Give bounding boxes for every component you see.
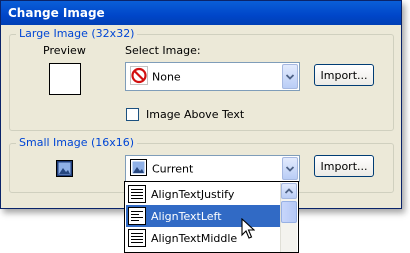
dialog-title: Change Image — [8, 6, 105, 20]
large-import-label: Import... — [320, 68, 368, 82]
dropdown-scrollbar[interactable] — [280, 183, 297, 252]
align-left-icon — [128, 207, 146, 225]
small-image-preview-icon — [56, 160, 73, 180]
mouse-cursor-icon — [241, 217, 256, 243]
large-image-select-value: None — [152, 70, 181, 83]
dropdown-item-label: AlignTextLeft — [151, 209, 222, 223]
small-import-label: Import... — [320, 159, 368, 173]
small-image-import-button[interactable]: Import... — [314, 155, 374, 177]
dropdown-item-aligntextmiddle[interactable]: AlignTextMiddle — [126, 227, 280, 249]
no-symbol-icon — [129, 65, 149, 87]
title-bar[interactable]: Change Image — [1, 1, 401, 25]
chevron-down-icon[interactable] — [282, 64, 298, 89]
dropdown-item-aligntextleft[interactable]: AlignTextLeft — [126, 205, 280, 227]
dropdown-item-label: AlignTextJustify — [151, 187, 235, 201]
large-image-group-label: Large Image (32x32) — [16, 27, 138, 40]
small-image-group-label: Small Image (16x16) — [16, 136, 138, 149]
select-image-label: Select Image: — [125, 44, 201, 57]
scroll-thumb[interactable] — [281, 201, 297, 223]
picture-icon — [130, 158, 147, 179]
image-above-text-checkbox[interactable] — [126, 108, 139, 121]
preview-label: Preview — [43, 44, 86, 57]
large-image-preview — [49, 63, 81, 95]
large-image-import-button[interactable]: Import... — [314, 64, 374, 86]
dropdown-item-label: AlignTextMiddle — [151, 231, 238, 245]
small-image-select[interactable]: Current — [125, 155, 300, 182]
align-justify-icon — [128, 185, 146, 203]
align-middle-icon — [128, 229, 146, 247]
change-image-dialog: Change Image Large Image (32x32) Preview… — [0, 0, 402, 209]
large-image-select[interactable]: None — [125, 62, 300, 91]
scroll-up-arrow-icon[interactable] — [281, 183, 297, 199]
dropdown-item-aligntextjustify[interactable]: AlignTextJustify — [126, 183, 280, 205]
image-dropdown-list[interactable]: AlignTextJustify AlignTextLeft AlignText… — [124, 181, 299, 253]
small-image-select-value: Current — [152, 162, 194, 175]
chevron-down-icon[interactable] — [282, 157, 298, 180]
image-above-text-label: Image Above Text — [146, 108, 245, 121]
